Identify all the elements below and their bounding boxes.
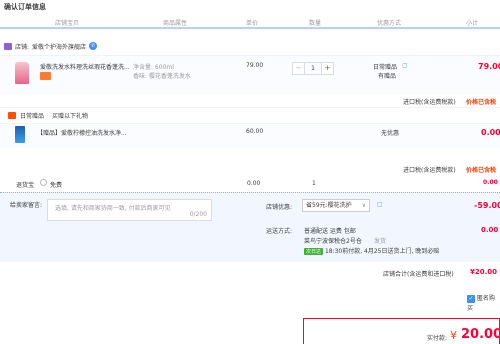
- delivery-label: 运送方式:: [266, 228, 293, 235]
- anonymous-checkbox[interactable]: ✓: [467, 294, 475, 303]
- divider: [0, 107, 500, 108]
- product-thumbnail[interactable]: [15, 62, 29, 84]
- anonymous-row: ✓ 匿名购买: [467, 293, 500, 312]
- gift-name-link[interactable]: 【赠品】爱敬柠檬控油洗发水净...: [37, 128, 127, 137]
- col-promo: 优惠方式: [377, 20, 402, 27]
- promo-detail: 有赠品: [378, 73, 397, 80]
- qty-decrease-button[interactable]: −: [292, 62, 305, 75]
- coupon-value: -59.00: [474, 201, 500, 210]
- delivery-warehouse: 菜鸟宁波保税仓2号仓: [304, 238, 362, 245]
- tax-included: 价格已含税: [466, 99, 497, 106]
- message-textarea[interactable]: 选填, 请先和商家协商一致, 付款后商家可见 0/200: [47, 199, 212, 221]
- payment-amount: 20.00: [461, 327, 500, 342]
- wangwang-icon[interactable]: ✆: [89, 42, 98, 50]
- gift-title: 日常赠品: [20, 113, 45, 120]
- promo-type: 日常赠品: [373, 64, 398, 71]
- return-insurance-row: 退货宝 免费 0.00 1 0.00: [0, 178, 500, 190]
- qty-increase-button[interactable]: +: [321, 62, 334, 75]
- chevron-down-icon: ∨: [361, 202, 366, 209]
- tax-note: 进口税(含运费税款): [403, 99, 456, 106]
- qty-input[interactable]: 1: [305, 62, 321, 75]
- gift-header: 日常赠品 买赠以下礼物: [8, 111, 88, 120]
- insurance-price: 0.00: [247, 180, 261, 187]
- delivery-ship-text: 发货: [374, 238, 387, 245]
- shop-total-label: 店铺合计(含运费和进口税): [383, 271, 454, 278]
- col-shop-items: 店铺宝贝: [55, 20, 80, 27]
- insurance-radio[interactable]: [40, 179, 47, 186]
- product-attr-volume: 净含量: 600ml: [133, 64, 174, 71]
- order-item-row: [0, 55, 500, 95]
- unit-price: 79.00: [246, 62, 264, 69]
- col-attributes: 商品属性: [163, 20, 188, 27]
- coupon-select[interactable]: 省59元:樱花洗护 ∨: [302, 199, 370, 212]
- delivery-fee: 0.00: [481, 226, 499, 234]
- col-qty: 数量: [309, 20, 322, 27]
- message-label: 给卖家留言:: [10, 202, 43, 209]
- gift-tax-included: 价格已含税: [466, 167, 497, 174]
- message-placeholder: 选填, 请先和商家协商一致, 付款后商家可见: [55, 205, 171, 212]
- coupon-label: 店铺优惠:: [266, 204, 293, 211]
- payment-currency: ¥: [450, 329, 457, 342]
- delivery-eta: 次日达 18:30前付款, 4月25日送货上门, 晚到必赔: [304, 246, 439, 255]
- insurance-option: 免费: [50, 182, 63, 189]
- coupon-selected: 省59元:樱花洗护: [306, 202, 352, 209]
- gift-icon: [8, 112, 16, 119]
- shop-total-value: ¥20.00: [470, 268, 498, 276]
- insurance-subtotal: 0.00: [483, 179, 498, 186]
- delivery-method: 普通配送 运费 包邮: [304, 228, 356, 235]
- coupon-info-icon[interactable]: ▢: [377, 201, 383, 208]
- shop-label: 店铺:: [15, 43, 30, 51]
- page-title: 确认订单信息: [4, 3, 46, 11]
- delivery-promise: 18:30前付款, 4月25日送货上门, 晚到必赔: [324, 248, 440, 255]
- gift-subtotal: 0.00: [481, 128, 500, 137]
- insurance-qty: 1: [312, 180, 316, 187]
- gift-subtitle: 买赠以下礼物: [52, 113, 89, 120]
- gift-unit-price: 60.00: [246, 128, 264, 135]
- product-attr-scent: 香味: 樱花香蓬洗发水: [133, 73, 191, 80]
- col-price: 单价: [246, 20, 259, 27]
- gift-tax-note: 进口税(含运费税款): [403, 167, 456, 174]
- next-day-badge: 次日达: [304, 248, 324, 255]
- promo-info-icon[interactable]: ▢: [402, 62, 408, 69]
- shop-name-link[interactable]: 爱敬个护海外旗舰店: [32, 42, 86, 51]
- shop-total-row: 店铺合计(含运费和进口税) ¥20.00: [0, 267, 500, 279]
- gift-promo: 无优惠: [381, 130, 400, 137]
- gift-thumbnail[interactable]: [15, 126, 25, 143]
- shop-icon: [4, 42, 12, 50]
- message-counter: 0/200: [189, 211, 207, 218]
- payment-summary: 实付款: ¥ 20.00: [303, 318, 500, 344]
- payment-label: 实付款:: [427, 335, 448, 342]
- shop-row: 店铺: 爱敬个护海外旗舰店 ✆: [4, 40, 98, 52]
- insurance-label: 退货宝: [16, 182, 35, 189]
- column-header: 店铺宝贝 商品属性 单价 数量 优惠方式 小计: [0, 15, 500, 29]
- quantity-stepper: − 1 +: [292, 62, 342, 75]
- tmall-global-icon: [40, 72, 51, 80]
- item-subtotal: 79.00: [478, 62, 500, 71]
- col-subtotal: 小计: [466, 20, 479, 27]
- product-name-link[interactable]: 爱敬洗发水料理洗丝瑕花香蓬洗...: [40, 62, 130, 71]
